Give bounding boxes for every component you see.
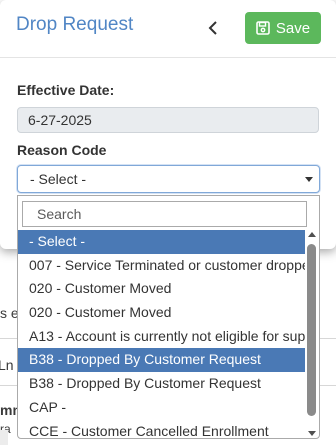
dropdown-scrollbar[interactable]	[306, 230, 317, 438]
floppy-disk-icon	[256, 21, 270, 35]
caret-down-icon	[305, 177, 313, 182]
dropdown-option[interactable]: A13 - Account is currently not eligible …	[18, 325, 305, 349]
background-text-fragment: Ln	[0, 357, 14, 373]
dropdown-option[interactable]: CCE - Customer Cancelled Enrollment	[18, 420, 305, 439]
scroll-down-arrow-icon[interactable]	[308, 431, 316, 436]
dropdown-option[interactable]: 007 - Service Terminated or customer dro…	[18, 254, 305, 278]
scrollbar-thumb[interactable]	[307, 244, 316, 416]
dropdown-option[interactable]: 020 - Customer Moved	[18, 301, 305, 325]
collapse-button[interactable]	[203, 18, 223, 38]
modal-title: Drop Request	[16, 14, 134, 35]
dropdown-option[interactable]: CAP -	[18, 396, 305, 420]
dropdown-option[interactable]: - Select -	[18, 230, 305, 254]
reason-code-label: Reason Code	[17, 142, 107, 158]
scroll-up-arrow-icon[interactable]	[308, 232, 316, 237]
background-text-fragment: s e	[0, 305, 19, 321]
dropdown-option[interactable]: B38 - Dropped By Customer Request	[18, 372, 305, 396]
save-button[interactable]: Save	[245, 12, 321, 44]
dropdown-search-input[interactable]	[22, 201, 307, 227]
chevron-left-icon	[208, 21, 217, 35]
save-button-label: Save	[275, 19, 311, 37]
background-panel	[0, 430, 8, 445]
dropdown-option[interactable]: B38 - Dropped By Customer Request	[18, 348, 305, 373]
effective-date-label: Effective Date:	[17, 82, 115, 98]
modal-header: Drop Request Save	[0, 0, 336, 58]
reason-code-select[interactable]: - Select -	[17, 165, 320, 193]
page: s e Ln mm ra Drop Request Save Effective…	[0, 0, 336, 445]
dropdown-option[interactable]: 020 - Customer Moved	[18, 277, 305, 301]
reason-code-selected-value: - Select -	[30, 171, 87, 187]
dropdown-options-list: - Select - 007 - Service Terminated or c…	[18, 230, 305, 439]
effective-date-field[interactable]: 6-27-2025	[17, 107, 319, 133]
reason-code-dropdown: - Select - 007 - Service Terminated or c…	[17, 195, 320, 439]
